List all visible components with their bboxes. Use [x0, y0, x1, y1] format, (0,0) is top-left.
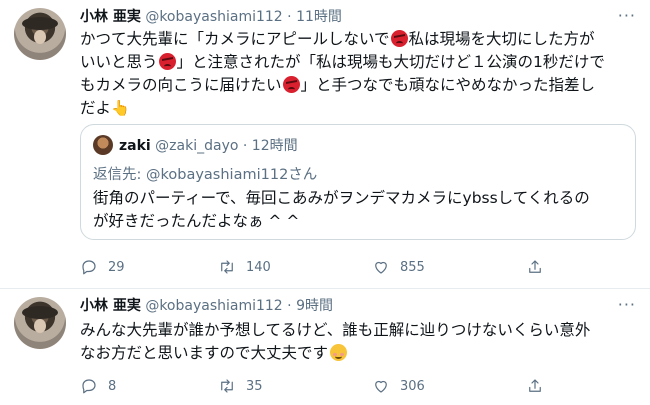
author-name[interactable]: 小林 亜実 [80, 298, 141, 314]
share-button[interactable] [526, 258, 544, 276]
reply-button[interactable]: 29 [80, 258, 125, 276]
author-name[interactable]: 小林 亜実 [80, 9, 141, 25]
separator-dot: · [287, 9, 292, 25]
reply-button[interactable]: 8 [80, 377, 116, 395]
angry-face-icon [390, 30, 408, 47]
tweet[interactable]: 小林 亜実 @kobayashiami112 · 9時間 ··· みんな大先輩が… [0, 289, 650, 405]
retweet-count: 140 [246, 259, 271, 275]
share-icon [526, 258, 544, 276]
like-count: 306 [400, 378, 425, 394]
quote-header: zaki @zaki_dayo · 12時間 [119, 135, 298, 155]
share-button[interactable] [526, 377, 544, 395]
reply-to-handle[interactable]: @kobayashiami112さん [146, 167, 317, 183]
pointing-hand-icon: 👆 [111, 99, 130, 117]
reply-icon [80, 258, 98, 276]
angry-face-icon [158, 53, 176, 70]
tweet-actions: 29 140 855 [80, 258, 636, 278]
quote-author-name: zaki [119, 138, 151, 154]
tweet-header: 小林 亜実 @kobayashiami112 · 9時間 [80, 295, 333, 315]
avatar[interactable] [14, 297, 66, 349]
retweet-icon [218, 258, 236, 276]
separator-dot: · [242, 138, 248, 154]
reply-count: 8 [108, 378, 117, 394]
avatar[interactable] [14, 8, 66, 60]
tweet-text: かつて大先輩に「カメラにアピールしないで 私は現場を大切にした方が いいと思う 」と… [80, 28, 636, 120]
more-icon[interactable]: ··· [618, 295, 636, 314]
reply-label: 返信先: [93, 167, 142, 183]
quote-author-handle: @zaki_dayo [155, 138, 239, 154]
heart-icon [372, 377, 390, 395]
author-handle[interactable]: @kobayashiami112 [145, 9, 282, 25]
tweet-text-part: 私は現場を大切にした方が [408, 30, 595, 48]
tweet-text-part: 」と手つなでも頑なにやめなかった指差し [300, 76, 596, 94]
tweet-text-part: かつて大先輩に「カメラにアピールしないで [80, 30, 390, 48]
author-handle[interactable]: @kobayashiami112 [145, 298, 282, 314]
separator-dot: · [287, 298, 292, 314]
retweet-button[interactable]: 35 [218, 377, 263, 395]
more-icon[interactable]: ··· [618, 6, 636, 25]
retweet-button[interactable]: 140 [218, 258, 271, 276]
heart-icon [372, 258, 390, 276]
reply-count: 29 [108, 259, 125, 275]
share-icon [526, 377, 544, 395]
tweet-text-part: だよ [80, 99, 112, 117]
tweet-text: みんな大先輩が誰か予想してるけど、誰も正解に辿りつけないくらい意外 なお方だと思… [80, 319, 636, 365]
timestamp[interactable]: 9時間 [296, 298, 333, 314]
tweet-text-part: いいと思う [80, 53, 158, 71]
smiling-face-icon [330, 344, 348, 361]
quote-text-line: が好きだったんだよなぁ ^ ^ [93, 212, 300, 230]
quote-text: 街角のパーティーで、毎回こあみがヲンデマカメラにybssしてくれるの が好きだっ… [93, 187, 623, 233]
angry-face-icon [282, 76, 300, 93]
quote-avatar[interactable] [93, 135, 113, 155]
reply-context: 返信先: @kobayashiami112さん [93, 163, 317, 184]
quoted-tweet[interactable]: zaki @zaki_dayo · 12時間 返信先: @kobayashiam… [80, 124, 636, 240]
quote-text-line: 街角のパーティーで、毎回こあみがヲンデマカメラにybssしてくれるの [93, 189, 590, 207]
tweet-text-part: みんな大先輩が誰か予想してるけど、誰も正解に辿りつけないくらい意外 [80, 321, 591, 339]
timestamp[interactable]: 11時間 [296, 9, 342, 25]
quote-timestamp: 12時間 [251, 138, 298, 154]
tweet-actions: 8 35 306 [80, 377, 636, 397]
tweet-text-part: もカメラの向こうに届けたい [80, 76, 282, 94]
retweet-icon [218, 377, 236, 395]
tweet-header: 小林 亜実 @kobayashiami112 · 11時間 [80, 6, 342, 26]
like-count: 855 [400, 259, 425, 275]
tweet[interactable]: 小林 亜実 @kobayashiami112 · 11時間 ··· かつて大先輩… [0, 0, 650, 289]
tweet-text-part: なお方だと思いますので大丈夫です [80, 344, 329, 362]
reply-icon [80, 377, 98, 395]
tweet-text-part: 」と注意されたが「私は現場も大切だけど１公演の1秒だけで [176, 53, 605, 71]
like-button[interactable]: 855 [372, 258, 425, 276]
like-button[interactable]: 306 [372, 377, 425, 395]
retweet-count: 35 [246, 378, 263, 394]
